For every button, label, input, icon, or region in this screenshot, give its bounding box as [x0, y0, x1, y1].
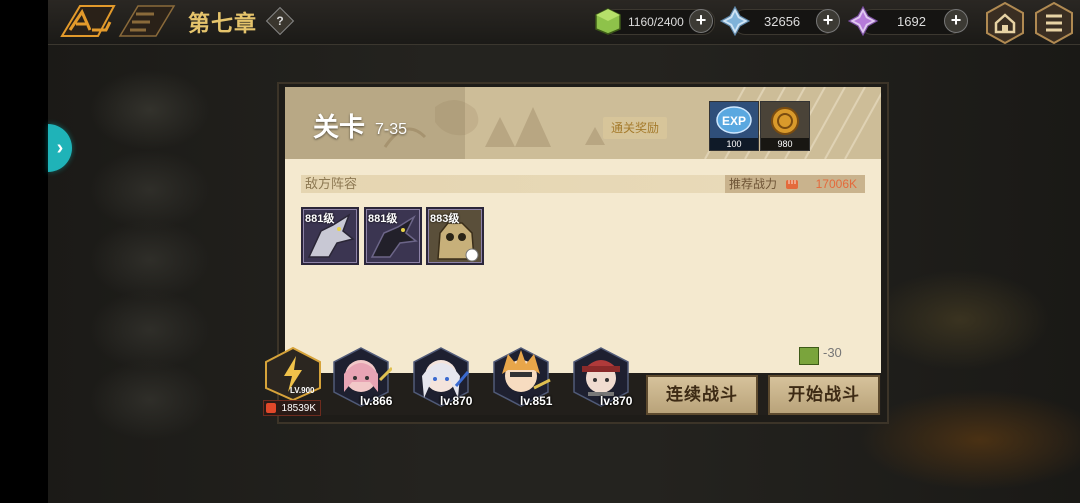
crystal-icon — [720, 6, 750, 36]
reward-exp-value: 100 — [710, 138, 758, 150]
hero-level: lv.866 — [360, 394, 393, 408]
left-black-bar — [0, 0, 48, 503]
enemy-level: 881级 — [305, 213, 335, 225]
enemy-slot[interactable]: 883级 — [426, 207, 484, 265]
exp-icon: EXP — [716, 106, 752, 134]
commander-level: LV.900 — [290, 386, 315, 395]
enemy-lineup-label: 敌方阵容 — [305, 176, 358, 191]
enemy-level: 881级 — [368, 213, 398, 225]
stamina-cube-icon — [595, 8, 621, 35]
hero-slot[interactable]: lv.866 — [330, 346, 392, 408]
reward-coin-value: 980 — [761, 138, 809, 150]
stamina-value: 1160/2400 — [628, 15, 684, 29]
hero-slot[interactable]: lv.870 — [570, 346, 632, 408]
add-crystal-button[interactable]: + — [816, 9, 840, 33]
enemy-slot[interactable]: 881级 — [364, 207, 422, 265]
fist-icon — [786, 180, 798, 189]
chapter-title: 第七章 — [188, 11, 258, 36]
stamina-cost: -30 — [823, 345, 842, 360]
recommended-power-label: 推荐战力 — [729, 177, 778, 191]
stage-header: 关卡 7-35 通关奖励 EXP 100 980 — [285, 87, 881, 159]
continuous-battle-button[interactable]: 连续战斗 — [646, 375, 758, 415]
coin-icon — [771, 107, 799, 135]
hero-level: lv.870 — [440, 394, 473, 408]
enemy-slot[interactable]: 881级 — [301, 207, 359, 265]
hero-slot[interactable]: lv.851 — [490, 346, 552, 408]
start-battle-button[interactable]: 开始战斗 — [768, 375, 880, 415]
enemy-level: 883级 — [430, 213, 460, 225]
svg-text:EXP: EXP — [722, 114, 746, 128]
help-symbol: ? — [276, 14, 284, 28]
menu-icon[interactable] — [1033, 2, 1075, 44]
add-gem-button[interactable]: + — [944, 9, 968, 33]
clear-reward-label: 通关奖励 — [603, 117, 667, 139]
add-stamina-button[interactable]: + — [689, 9, 713, 33]
game-logo-icon — [60, 5, 176, 37]
recommended-power-value: 17006K — [815, 177, 857, 191]
hero-level: lv.870 — [600, 394, 633, 408]
stage-number: 7-35 — [375, 121, 408, 138]
enemy-lineup-bar: 敌方阵容 推荐战力 17006K — [301, 175, 865, 193]
stage-label: 关卡 — [313, 112, 366, 142]
stamina-cost-icon — [799, 347, 819, 365]
recommended-power: 推荐战力 17006K — [725, 175, 865, 193]
hero-slot[interactable]: lv.870 — [410, 346, 472, 408]
reward-coin[interactable]: 980 — [760, 101, 810, 151]
gem-icon — [848, 6, 878, 36]
power-badge-icon — [266, 403, 276, 413]
reward-exp[interactable]: EXP 100 — [709, 101, 759, 151]
crystal-value: 32656 — [764, 14, 801, 29]
home-icon[interactable] — [984, 2, 1026, 44]
hero-level: lv.851 — [520, 394, 553, 408]
gem-value: 1692 — [897, 14, 926, 29]
stage-panel-inner: 关卡 7-35 通关奖励 EXP 100 980 敌方阵容 推荐战力 17006… — [285, 87, 881, 373]
game-screen: › 第七章 ? 1160/2400 + 32656 + 1692 + 关卡 7-… — [0, 0, 1080, 503]
